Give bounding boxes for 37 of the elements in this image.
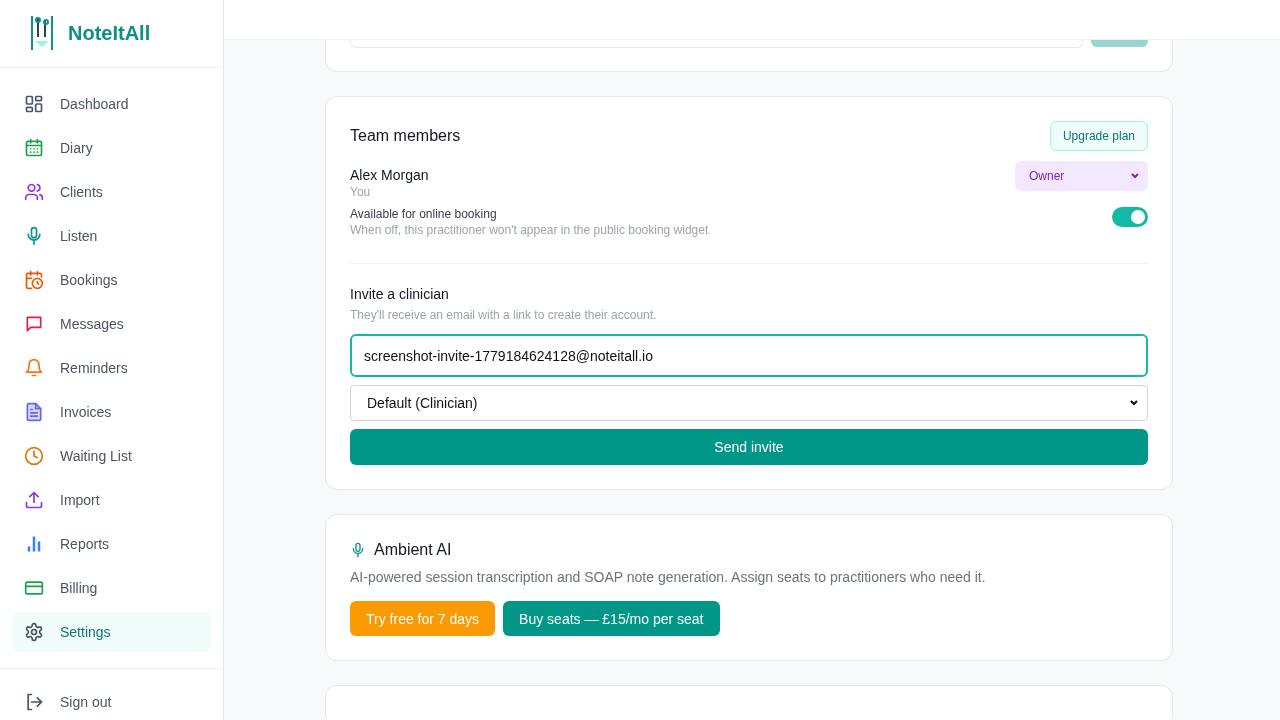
role-select[interactable]: Owner xyxy=(1015,161,1148,191)
card-description: AI-powered session transcription and SOAP note generation. Assign seats to practitioners who need it. xyxy=(350,569,987,585)
member-name: Alex Morgan xyxy=(350,167,429,183)
nav-item[interactable]: Messages xyxy=(12,303,211,344)
card-title: Team members xyxy=(350,127,461,145)
chevron-icon xyxy=(1130,171,1140,181)
nav-item[interactable]: Import xyxy=(12,479,211,520)
booking-toggle[interactable] xyxy=(1112,207,1148,227)
nav-item[interactable]: Waiting List xyxy=(12,435,211,476)
logo-icon xyxy=(30,15,54,52)
sign-out-link[interactable]: Sign out xyxy=(12,684,211,720)
nav-item[interactable]: Reports xyxy=(12,523,211,564)
nav-item[interactable]: Dashboard xyxy=(12,83,211,124)
nav-item[interactable]: Bookings xyxy=(12,259,211,300)
nav-item[interactable]: Reminders xyxy=(12,347,211,388)
card-title: Ambient AI xyxy=(374,541,452,559)
upgrade-plan-button[interactable]: Upgrade plan xyxy=(1049,121,1148,151)
booking-hint: When off, this practitioner won't appear in the public booking widget xyxy=(350,223,709,237)
nav-item[interactable]: Diary xyxy=(12,127,211,168)
nav-item[interactable]: Clients xyxy=(12,171,211,212)
save-button[interactable] xyxy=(1091,40,1148,47)
invite-hint: They'll receive an email with a link to create their account. xyxy=(350,308,658,322)
chevron-icon xyxy=(1129,398,1139,408)
send-invite-button[interactable]: Send invite xyxy=(350,429,1148,465)
nav-item[interactable]: Settings xyxy=(12,611,211,652)
nav-item[interactable]: Invoices xyxy=(12,391,211,432)
booking-label: Available for online booking xyxy=(350,207,498,221)
brand-name: NoteItAll xyxy=(68,21,151,45)
sign-out-icon xyxy=(24,692,44,713)
nav-item[interactable]: Billing xyxy=(12,567,211,608)
buy-seats-button[interactable]: Buy seats — £15/mo per seat xyxy=(503,601,720,636)
nav-item[interactable]: Listen xyxy=(12,215,211,256)
email-field[interactable]: screenshot-invite-1779184624128@noteitall.io xyxy=(350,334,1148,377)
microphone-icon xyxy=(350,542,366,558)
section-title: Invite a clinician xyxy=(350,286,450,302)
member-note: You xyxy=(350,185,372,199)
role-select[interactable]: Default (Clinician) xyxy=(350,385,1148,421)
